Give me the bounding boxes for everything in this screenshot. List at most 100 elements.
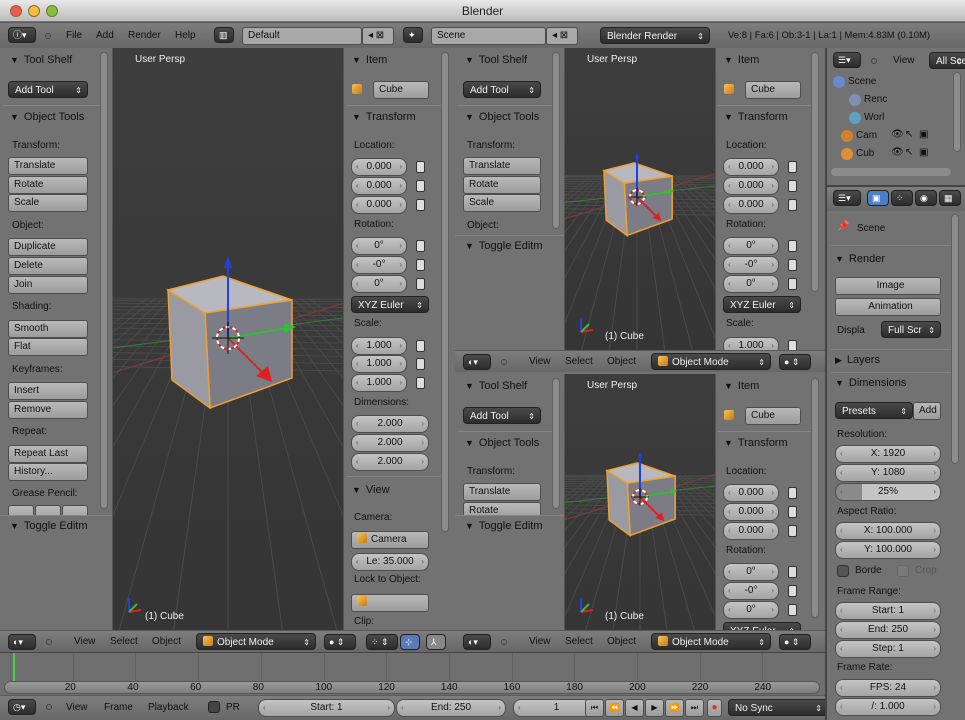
tool-translate-button[interactable]: Translate — [8, 157, 88, 175]
lock-toggle-icon[interactable] — [788, 506, 797, 518]
tool-scale-button[interactable]: Scale — [8, 194, 88, 212]
z-arrow-head[interactable] — [637, 451, 643, 459]
scale-z-field[interactable]: ‹ 1.000 › — [351, 374, 407, 392]
3d-viewport[interactable]: User Persp (1) Cube — [113, 48, 343, 630]
editor-type-button[interactable]: ◷▾ — [8, 699, 36, 715]
lock-toggle-icon[interactable] — [788, 585, 797, 597]
increment-arrow-icon[interactable]: › — [399, 178, 402, 194]
location-y-field[interactable]: ‹ 0.000 › — [723, 503, 779, 521]
decrement-arrow-icon[interactable]: ‹ — [356, 375, 359, 391]
decrement-arrow-icon[interactable]: ‹ — [401, 700, 404, 716]
prev-keyframe-button[interactable]: ⏪ — [605, 699, 624, 717]
decrement-arrow-icon[interactable]: ‹ — [728, 276, 731, 292]
object-name-field[interactable]: Cube — [373, 81, 429, 99]
pin-dot[interactable] — [46, 639, 52, 645]
timeline-menu-2[interactable]: Playback — [148, 702, 189, 713]
render-presets-dropdown[interactable]: Presets ⇕ — [835, 402, 913, 419]
increment-arrow-icon[interactable]: › — [771, 197, 774, 213]
panel-toggle-editmode[interactable]: ▼ Toggle Editm — [465, 240, 543, 252]
lock-toggle-icon[interactable] — [416, 199, 425, 211]
n-panel-scrollbar[interactable] — [811, 52, 819, 292]
panel-item[interactable]: ▼ Item — [724, 380, 759, 392]
add-tool-dropdown[interactable]: Add Tool ⇕ — [8, 81, 88, 98]
decrement-arrow-icon[interactable]: ‹ — [728, 238, 731, 254]
add-tool-dropdown[interactable]: Add Tool ⇕ — [463, 81, 541, 98]
lock-toggle-icon[interactable] — [788, 161, 797, 173]
n-panel-scrollbar[interactable] — [441, 52, 449, 532]
panel-dimensions[interactable]: ▼ Dimensions — [835, 377, 906, 389]
grease-pencil-button[interactable] — [62, 505, 88, 515]
lock-toggle-icon[interactable] — [788, 240, 797, 252]
tool-shelf-scrollbar[interactable] — [552, 378, 560, 509]
camera-toggle-icon[interactable]: ▣ — [919, 129, 928, 140]
menu-2[interactable]: Render — [128, 30, 161, 41]
jump-start-button[interactable]: ⏮ — [585, 699, 604, 717]
menu-0[interactable]: File — [66, 30, 82, 41]
close-window-button[interactable] — [10, 5, 22, 17]
frame-step-field[interactable]: ‹ Step: 1 › — [835, 640, 941, 658]
decrement-arrow-icon[interactable]: ‹ — [728, 257, 731, 273]
rotation-z-field[interactable]: ‹ 0° › — [351, 275, 407, 293]
tool-rotate-button[interactable]: Rotate — [463, 176, 541, 194]
pin-dot[interactable] — [46, 704, 52, 710]
increment-arrow-icon[interactable]: › — [399, 257, 402, 273]
cursor-toggle-icon[interactable]: ↖ — [905, 129, 913, 140]
cube-front-face[interactable] — [204, 299, 293, 410]
pin-dot[interactable] — [501, 359, 507, 365]
tool-insert-keyframe-button[interactable]: Insert — [8, 382, 88, 400]
next-keyframe-button[interactable]: ⏩ — [665, 699, 684, 717]
panel-object-tools[interactable]: ▼ Object Tools — [10, 111, 84, 123]
decrement-arrow-icon[interactable]: ‹ — [728, 523, 731, 539]
increment-arrow-icon[interactable]: › — [771, 159, 774, 175]
pivot-point-dropdown[interactable]: ⁘ ⇕ — [366, 634, 398, 650]
viewport-scene[interactable] — [113, 48, 343, 630]
decrement-arrow-icon[interactable]: ‹ — [356, 554, 359, 570]
tool-translate-button[interactable]: Translate — [463, 157, 541, 175]
increment-arrow-icon[interactable]: › — [933, 523, 936, 539]
outliner-view-menu[interactable]: View — [893, 55, 915, 66]
increment-arrow-icon[interactable]: › — [771, 338, 774, 350]
display-mode-dropdown[interactable]: All Sce ⇕ — [929, 52, 965, 69]
grease-pencil-button[interactable] — [8, 505, 34, 515]
manipulator-toggle[interactable]: ⊹ — [400, 634, 420, 650]
3d-viewport[interactable]: User Persp (1) Cube — [565, 374, 715, 630]
location-y-field[interactable]: ‹ 0.000 › — [723, 177, 779, 195]
current-frame-indicator[interactable] — [13, 653, 16, 681]
display-mode-dropdown[interactable]: Full Scr ⇕ — [881, 321, 941, 338]
lock-toggle-icon[interactable] — [788, 278, 797, 290]
location-z-field[interactable]: ‹ 0.000 › — [723, 522, 779, 540]
zoom-window-button[interactable] — [46, 5, 58, 17]
decrement-arrow-icon[interactable]: ‹ — [840, 542, 843, 558]
menu-view[interactable]: View — [529, 356, 551, 367]
decrement-arrow-icon[interactable]: ‹ — [728, 485, 731, 501]
lock-toggle-icon[interactable] — [788, 566, 797, 578]
cube-front-face[interactable] — [623, 175, 673, 237]
tab-scene[interactable]: ◉ — [915, 190, 937, 206]
scale-x-field[interactable]: ‹ 1.000 › — [351, 337, 407, 355]
panel-item[interactable]: ▼ Item — [724, 54, 759, 66]
crop-checkbox[interactable] — [897, 565, 909, 577]
menu-select[interactable]: Select — [565, 356, 593, 367]
tool-flat-button[interactable]: Flat — [8, 338, 88, 356]
screen-layout-icon[interactable]: ▥ — [214, 27, 234, 43]
increment-arrow-icon[interactable]: › — [933, 680, 936, 696]
lock-toggle-icon[interactable] — [788, 604, 797, 616]
editor-type-button[interactable]: ◐▾ — [8, 634, 36, 650]
lock-toggle-icon[interactable] — [788, 340, 797, 350]
resolution-y-field[interactable]: ‹ Y: 1080 › — [835, 464, 941, 482]
increment-arrow-icon[interactable]: › — [771, 276, 774, 292]
location-z-field[interactable]: ‹ 0.000 › — [351, 196, 407, 214]
properties-scrollbar[interactable] — [951, 214, 959, 464]
decrement-arrow-icon[interactable]: ‹ — [840, 699, 843, 715]
increment-arrow-icon[interactable]: › — [933, 622, 936, 638]
increment-arrow-icon[interactable]: › — [498, 700, 501, 716]
menu-view[interactable]: View — [529, 636, 551, 647]
increment-arrow-icon[interactable]: › — [399, 375, 402, 391]
decrement-arrow-icon[interactable]: ‹ — [356, 454, 359, 470]
transform-manipulator-icon[interactable]: ⅄ — [426, 634, 446, 650]
object-name-field[interactable]: Cube — [745, 407, 801, 425]
eye-toggle-icon[interactable]: 👁 — [891, 129, 904, 140]
panel-render[interactable]: ▼ Render — [835, 253, 885, 265]
scene-icon[interactable]: ✦ — [403, 27, 423, 43]
decrement-arrow-icon[interactable]: ‹ — [356, 338, 359, 354]
